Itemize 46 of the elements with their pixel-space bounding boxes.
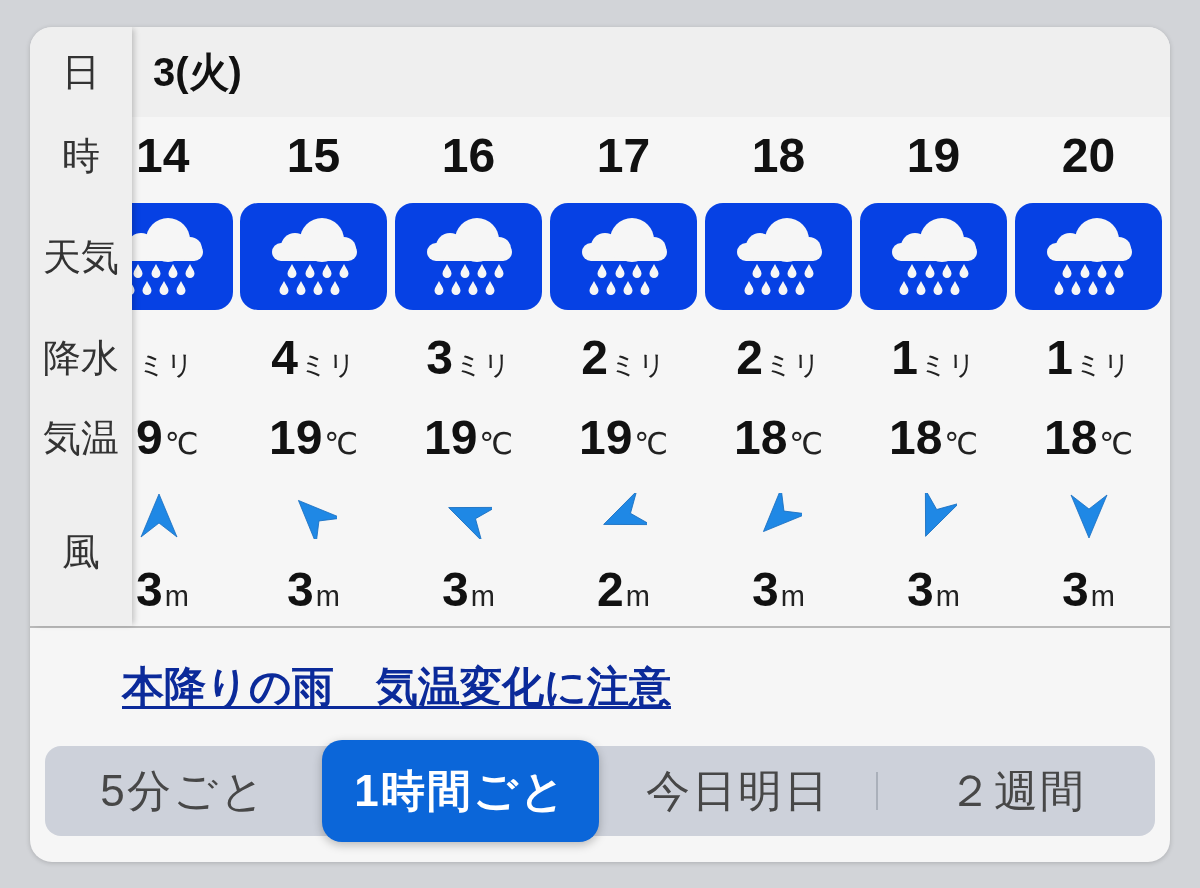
precipitation-amount: 2 ミリ xyxy=(581,334,666,382)
wind-speed: 3m xyxy=(1062,565,1115,614)
rain-cloud-icon xyxy=(1015,203,1162,310)
view-tab[interactable]: ２週間 xyxy=(878,746,1155,836)
temperature-value: 18℃ xyxy=(888,414,979,462)
view-tab[interactable]: 今日明日 xyxy=(599,746,876,836)
row-label: 天気 xyxy=(43,237,119,276)
hour-label: 20 xyxy=(1061,132,1116,180)
precipitation-amount: 1 ミリ xyxy=(891,334,976,382)
hour-label: 15 xyxy=(286,132,341,180)
precipitation-amount: 3 ミリ xyxy=(426,334,511,382)
row-label: 気温 xyxy=(43,419,119,457)
hour-label: 17 xyxy=(596,132,651,180)
view-tab[interactable]: 5分ごと xyxy=(45,746,322,836)
rain-cloud-icon xyxy=(550,203,697,310)
hour-label: 19 xyxy=(906,132,961,180)
wind-speed: 3m xyxy=(287,565,340,614)
row-label: 風 xyxy=(62,533,100,571)
temperature-value: 9℃ xyxy=(136,414,199,462)
row-label: 降水 xyxy=(43,339,119,377)
hour-label: 18 xyxy=(751,132,806,180)
rain-cloud-icon xyxy=(860,203,1007,310)
wind-speed: 3m xyxy=(136,565,189,614)
rain-cloud-icon xyxy=(395,203,542,310)
hour-label: 16 xyxy=(441,132,496,180)
precipitation-amount: ミリ xyxy=(137,349,194,382)
temperature-value: 19℃ xyxy=(268,414,359,462)
temperature-value: 18℃ xyxy=(733,414,824,462)
view-tab[interactable]: 1時間ごと xyxy=(322,740,599,842)
precipitation-amount: 2 ミリ xyxy=(736,334,821,382)
wind-speed: 2m xyxy=(597,565,650,614)
wind-speed: 3m xyxy=(442,565,495,614)
row-label: 時 xyxy=(62,137,100,175)
temperature-value: 18℃ xyxy=(1043,414,1134,462)
precipitation-amount: 4 ミリ xyxy=(271,334,356,382)
wind-speed: 3m xyxy=(907,565,960,614)
date-label: 3(火) xyxy=(153,52,242,92)
rain-cloud-icon xyxy=(705,203,852,310)
wind-speed: 3m xyxy=(752,565,805,614)
precipitation-amount: 1 ミリ xyxy=(1046,334,1131,382)
hour-label: 14 xyxy=(136,132,190,180)
temperature-value: 19℃ xyxy=(423,414,514,462)
row-label: 日 xyxy=(62,53,100,91)
weather-notice-link[interactable]: 本降りの雨 気温変化に注意 xyxy=(122,663,671,711)
rain-cloud-icon xyxy=(240,203,387,310)
temperature-value: 19℃ xyxy=(578,414,669,462)
